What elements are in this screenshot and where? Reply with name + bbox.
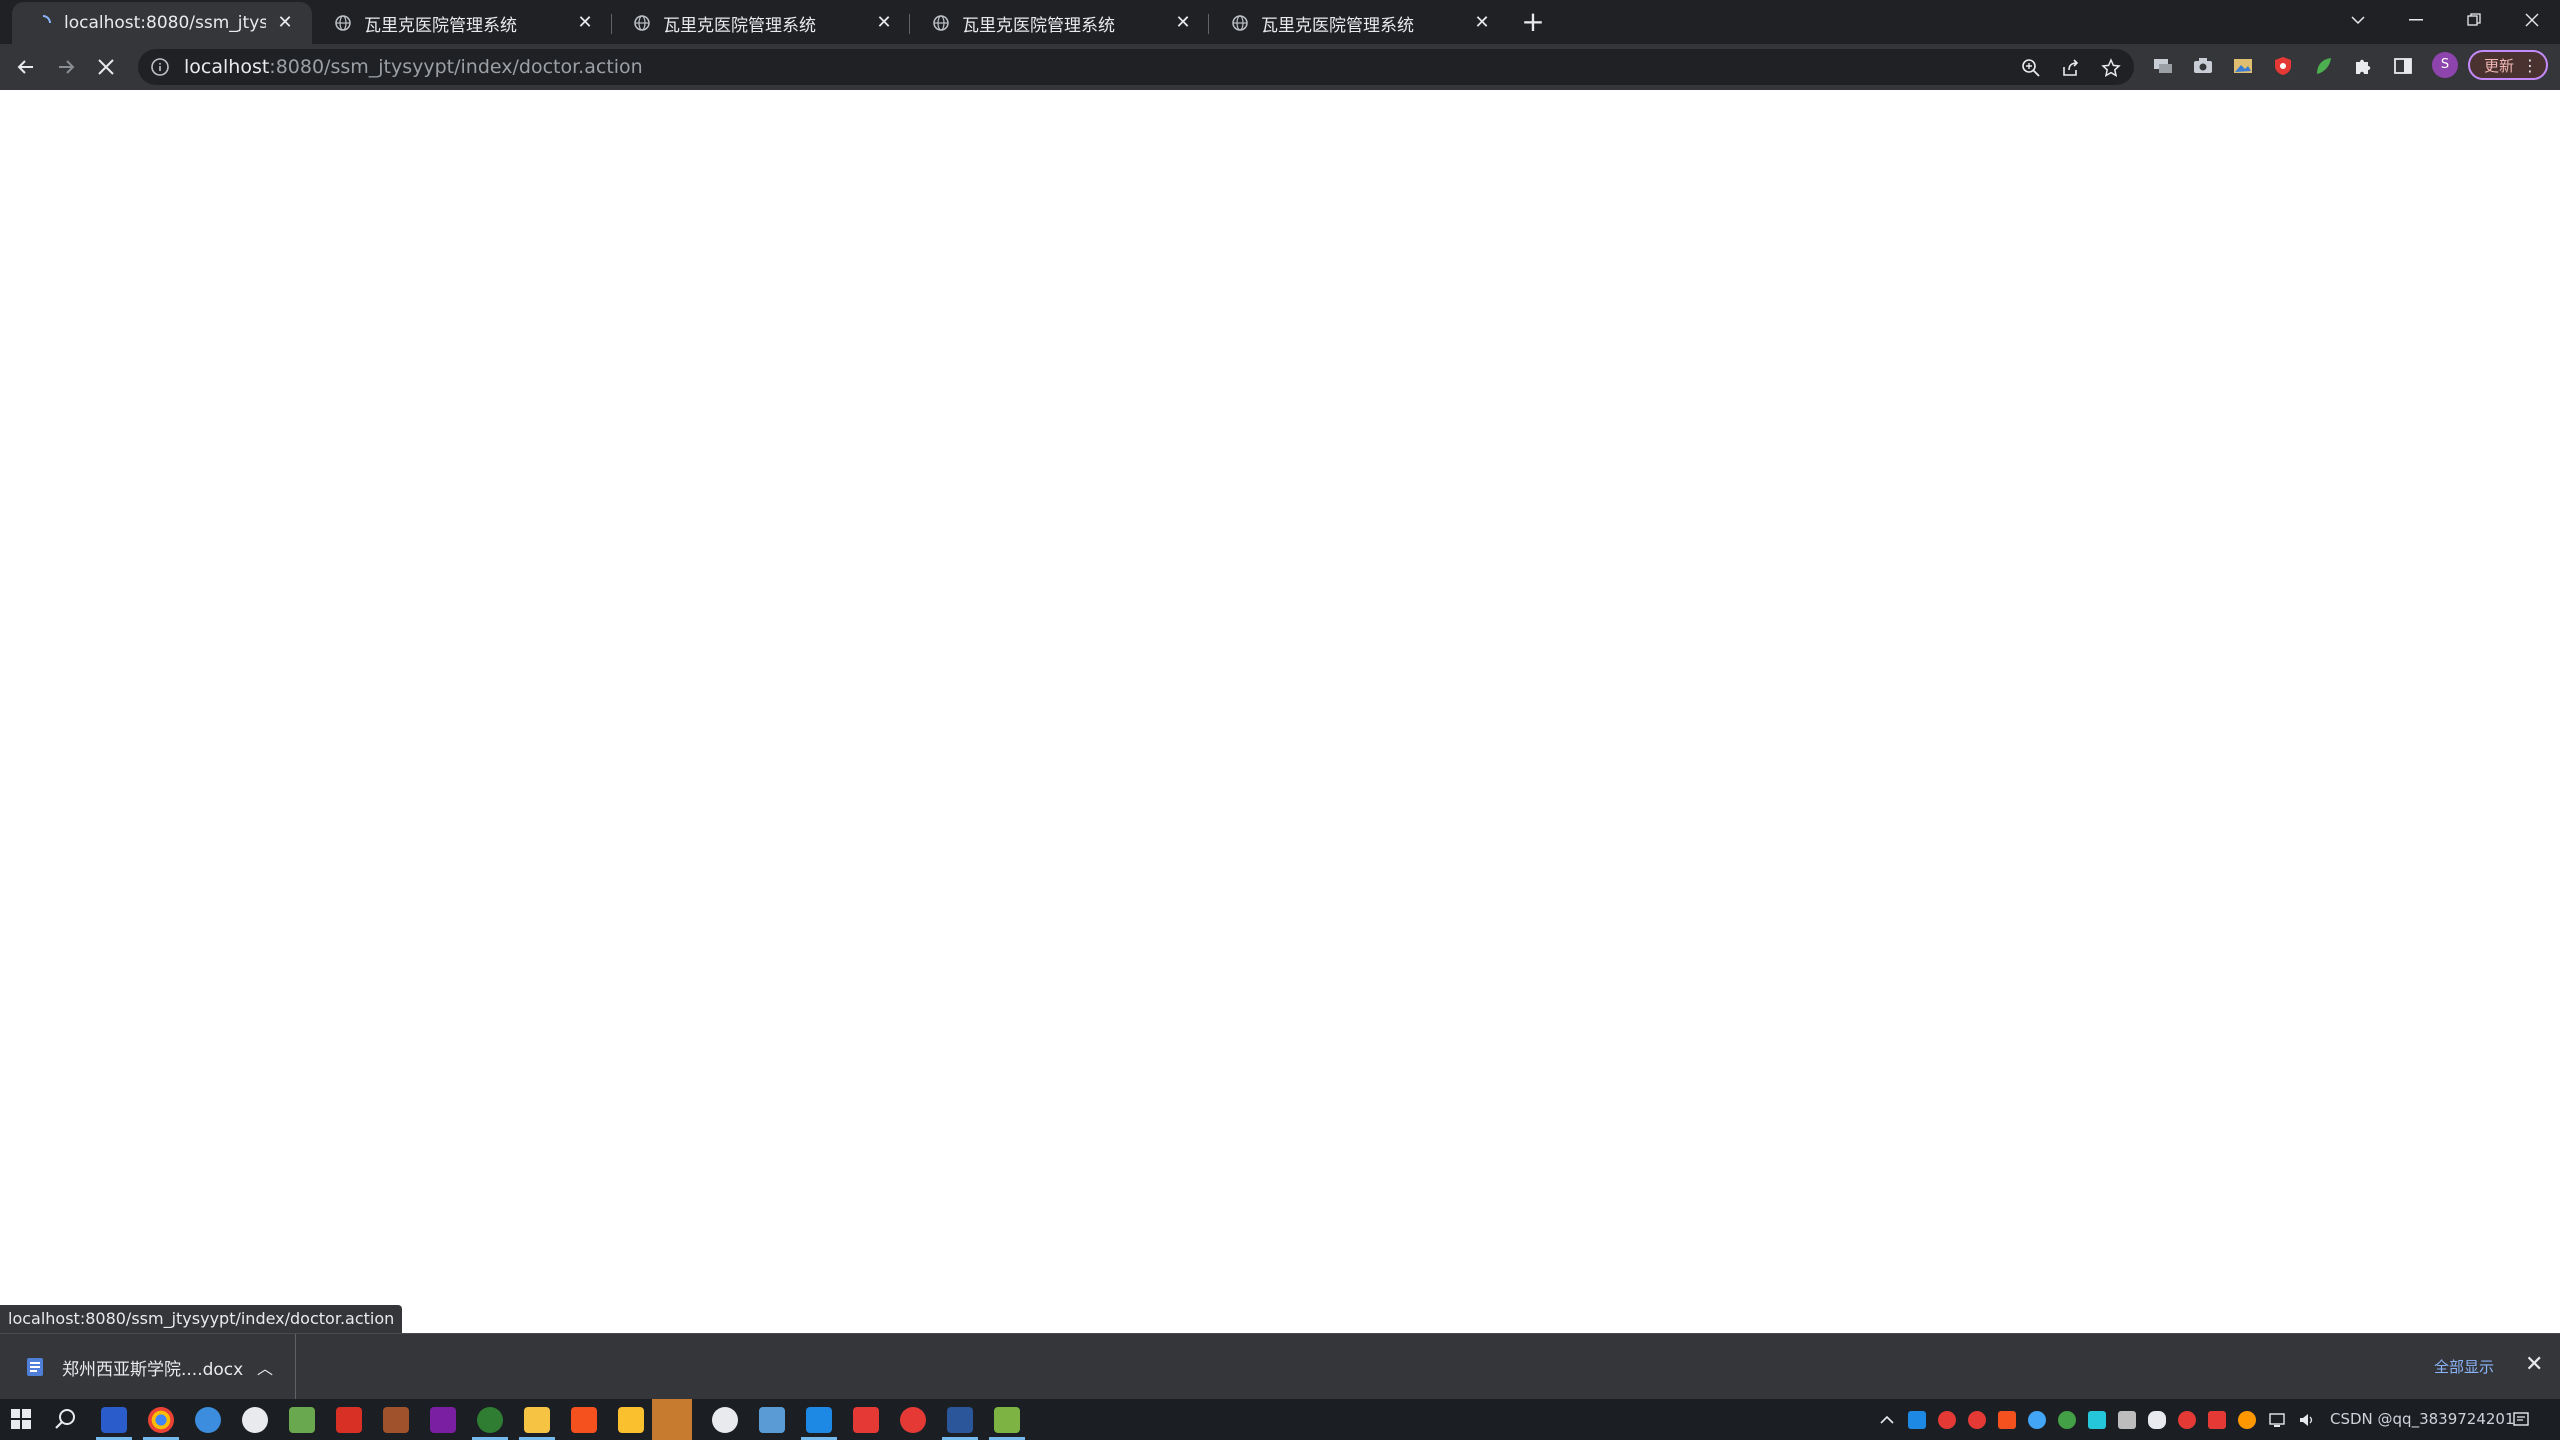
shield-extension-icon[interactable] [2272,55,2294,77]
globe-icon [633,14,651,32]
profile-avatar[interactable]: S [2432,52,2458,78]
tab-close-icon[interactable]: ✕ [1471,12,1493,34]
url-path: :8080/ssm_jtysyypt/index/doctor.action [269,56,643,78]
site-info-icon[interactable] [150,57,170,77]
page-content [0,90,2560,1333]
tab-active[interactable]: localhost:8080/ssm_jtysyypt/in ✕ [12,2,312,44]
translate-extension-icon[interactable] [2152,55,2174,77]
show-all-downloads-link[interactable]: 全部显示 [2434,1356,2494,1377]
chevron-up-tray-icon[interactable] [1878,1411,1896,1429]
tray-qq-icon[interactable] [1938,1411,1956,1429]
back-button[interactable] [10,51,42,83]
stop-loading-button[interactable] [90,51,122,83]
office-app-icon[interactable] [336,1407,362,1433]
globe-icon [334,14,352,32]
tab-title: 瓦里克医院管理系统 [663,15,816,36]
status-url-bubble: localhost:8080/ssm_jtysyypt/index/doctor… [0,1305,403,1333]
network-app-icon[interactable] [759,1407,785,1433]
side-panel-icon[interactable] [2392,55,2414,77]
tab-close-icon[interactable]: ✕ [574,12,596,34]
chrome-app-icon[interactable] [148,1407,174,1433]
tab-3[interactable]: 瓦里克医院管理系统 ✕ [611,2,911,44]
loading-favicon-icon [34,14,52,32]
tray-app-icon[interactable] [2028,1411,2046,1429]
recorder-app-icon[interactable] [900,1407,926,1433]
address-bar[interactable]: localhost:8080/ssm_jtysyypt/index/doctor… [138,49,2134,85]
volume-icon[interactable] [2298,1411,2316,1429]
sync-app-icon[interactable] [477,1407,503,1433]
tray-app-icon[interactable] [1998,1411,2016,1429]
microphone-icon[interactable] [2148,1411,2166,1429]
record-app-icon[interactable] [242,1407,268,1433]
tray-wechat-icon[interactable] [2058,1411,2076,1429]
globe-icon [932,14,950,32]
tab-5[interactable]: 瓦里克医院管理系统 ✕ [1209,2,1509,44]
screenshot-extension-icon[interactable] [2192,55,2214,77]
tab-close-icon[interactable]: ✕ [274,12,296,34]
reader-app-icon[interactable] [571,1407,597,1433]
u-app-icon[interactable] [806,1407,832,1433]
windows-start-icon[interactable] [9,1407,35,1433]
share-icon[interactable] [2060,57,2082,79]
folder-app-icon[interactable] [618,1407,644,1433]
editor-app-icon[interactable] [430,1407,456,1433]
notepad-app-icon[interactable] [994,1407,1020,1433]
minimize-icon[interactable] [2388,0,2444,40]
word-app-icon[interactable] [947,1407,973,1433]
forward-button[interactable] [50,51,82,83]
tab-strip: localhost:8080/ssm_jtysyypt/in ✕ 瓦里克医院管理… [0,0,2560,44]
file-explorer-icon[interactable] [524,1407,550,1433]
tab-title: 瓦里克医院管理系统 [962,15,1115,36]
network-icon[interactable] [2268,1411,2286,1429]
remote-app-icon[interactable] [289,1407,315,1433]
docx-file-icon [27,1358,43,1376]
menu-dots-icon: ⋮ [2522,55,2538,75]
extensions-puzzle-icon[interactable] [2352,55,2374,77]
tab-close-icon[interactable]: ✕ [1172,12,1194,34]
tray-app-icon[interactable] [2118,1411,2136,1429]
update-button[interactable]: 更新 ⋮ [2468,50,2548,80]
tray-watermark-text: CSDN @qq_3839724201 [2330,1410,2515,1428]
tab-search-icon[interactable] [2330,0,2386,40]
tray-search-icon[interactable] [2238,1411,2256,1429]
url-host: localhost [184,56,270,78]
update-label: 更新 [2484,56,2515,75]
tray-app-icon[interactable] [2208,1411,2226,1429]
browser-app-icon[interactable] [195,1407,221,1433]
close-window-icon[interactable] [2504,0,2560,40]
download-shelf: 郑州西亚斯学院....docx ︿ 全部显示 ✕ [0,1333,2560,1400]
qq-app-icon[interactable] [712,1407,738,1433]
download-item[interactable]: 郑州西亚斯学院....docx ︿ [0,1334,296,1400]
notification-icon[interactable] [2512,1411,2530,1429]
tray-app-icon[interactable] [1908,1411,1926,1429]
restore-icon[interactable] [2446,0,2502,40]
tab-close-icon[interactable]: ✕ [873,12,895,34]
bookmark-star-icon[interactable] [2100,57,2122,79]
download-file-name: 郑州西亚斯学院....docx [62,1359,244,1380]
tab-4[interactable]: 瓦里克医院管理系统 ✕ [910,2,1210,44]
zoom-icon[interactable] [2020,57,2042,79]
tab-2[interactable]: 瓦里克医院管理系统 ✕ [312,2,612,44]
new-tab-button[interactable]: + [1518,8,1548,38]
tray-qq-icon[interactable] [1968,1411,1986,1429]
tray-app-icon[interactable] [2088,1411,2106,1429]
search-icon[interactable] [54,1407,80,1433]
browser-toolbar: localhost:8080/ssm_jtysyypt/index/doctor… [0,44,2560,90]
tab-title: localhost:8080/ssm_jtysyypt/in [64,13,266,33]
wechat-app-icon[interactable] [652,1399,692,1440]
tab-title: 瓦里克医院管理系统 [1261,15,1414,36]
tab-title: 瓦里克医院管理系统 [364,15,517,36]
globe-icon [1231,14,1249,32]
tray-record-icon[interactable] [2178,1411,2196,1429]
leaf-extension-icon[interactable] [2312,55,2334,77]
image-extension-icon[interactable] [2232,55,2254,77]
windows-taskbar: CSDN @qq_3839724201 [0,1399,2560,1440]
close-shelf-icon[interactable]: ✕ [2525,1352,2543,1377]
tool-app-icon[interactable] [383,1407,409,1433]
ide-app-icon[interactable] [101,1407,127,1433]
chevron-up-icon[interactable]: ︿ [257,1355,273,1379]
x-app-icon[interactable] [853,1407,879,1433]
